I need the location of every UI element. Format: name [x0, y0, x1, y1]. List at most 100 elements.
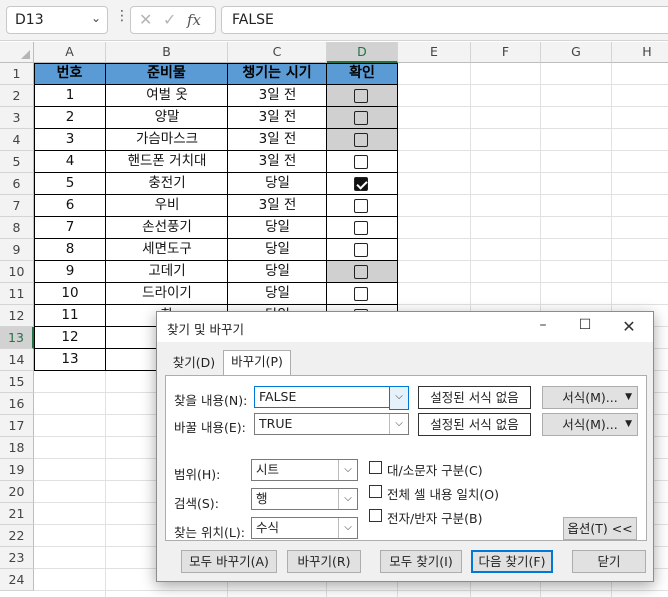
row-header[interactable]: 5: [0, 151, 34, 173]
column-header[interactable]: A: [34, 42, 106, 63]
chevron-down-icon[interactable]: ⌵: [389, 386, 409, 410]
chevron-down-icon[interactable]: ⌵: [338, 489, 357, 509]
checkbox[interactable]: [354, 155, 368, 169]
cell-when[interactable]: 당일: [228, 239, 327, 261]
column-header[interactable]: E: [398, 42, 471, 63]
cell-check[interactable]: [327, 283, 397, 305]
column-header[interactable]: G: [541, 42, 612, 63]
row-header[interactable]: 24: [0, 569, 34, 591]
row-header[interactable]: 16: [0, 393, 34, 415]
cell-no[interactable]: 11: [34, 305, 106, 327]
chevron-down-icon[interactable]: ⌵: [338, 518, 357, 538]
row-header[interactable]: 21: [0, 503, 34, 525]
checkbox[interactable]: [354, 243, 368, 257]
dialog-titlebar[interactable]: 찾기 및 바꾸기 – ☐ ✕: [157, 312, 653, 342]
enter-icon[interactable]: ✓: [163, 10, 176, 29]
cell-check[interactable]: [327, 239, 397, 261]
cell-no[interactable]: 3: [34, 129, 106, 151]
cell-check[interactable]: [327, 151, 397, 173]
cell-when[interactable]: 당일: [228, 283, 327, 305]
tab-replace[interactable]: 바꾸기(P): [223, 350, 291, 377]
maximize-icon[interactable]: ☐: [575, 317, 595, 337]
row-header[interactable]: 1: [0, 63, 34, 85]
find-all-button[interactable]: 모두 찾기(I): [380, 550, 462, 573]
cell-item[interactable]: 세면도구: [106, 239, 228, 261]
chevron-down-icon[interactable]: ⌵: [338, 460, 357, 480]
minimize-icon[interactable]: –: [533, 317, 553, 337]
row-header[interactable]: 12: [0, 305, 34, 327]
cancel-icon[interactable]: ✕: [139, 10, 152, 29]
find-next-button[interactable]: 다음 찾기(F): [471, 550, 553, 573]
cell-when[interactable]: 3일 전: [228, 151, 327, 173]
cell-check[interactable]: [327, 85, 397, 107]
row-header[interactable]: 22: [0, 525, 34, 547]
row-header[interactable]: 7: [0, 195, 34, 217]
cell-check[interactable]: [327, 217, 397, 239]
cell-no[interactable]: 6: [34, 195, 106, 217]
options-button[interactable]: 옵션(T) <<: [563, 517, 637, 540]
cell-item[interactable]: 양말: [106, 107, 228, 129]
width-checkbox[interactable]: [369, 509, 382, 522]
cell-check[interactable]: [327, 129, 397, 151]
cell-when[interactable]: 당일: [228, 217, 327, 239]
cell-item[interactable]: 드라이기: [106, 283, 228, 305]
row-header[interactable]: 3: [0, 107, 34, 129]
checkbox[interactable]: [354, 133, 368, 147]
cell-check[interactable]: [327, 173, 397, 195]
chevron-down-icon[interactable]: ⌄: [91, 11, 101, 25]
cell-item[interactable]: 여벌 옷: [106, 85, 228, 107]
checkbox[interactable]: [354, 111, 368, 125]
checkbox[interactable]: [354, 287, 368, 301]
cell-no[interactable]: 1: [34, 85, 106, 107]
entire-cell-label[interactable]: 전체 셀 내용 일치(O): [387, 484, 499, 503]
find-input[interactable]: FALSE ⌵: [254, 386, 409, 410]
row-header[interactable]: 9: [0, 239, 34, 261]
column-header[interactable]: H: [612, 42, 668, 63]
row-header[interactable]: 15: [0, 371, 34, 393]
cell-when[interactable]: 3일 전: [228, 85, 327, 107]
cell-item[interactable]: 가슴마스크: [106, 129, 228, 151]
header-when[interactable]: 챙기는 시기: [228, 63, 327, 85]
tab-find[interactable]: 찾기(D): [171, 352, 217, 376]
cell-item[interactable]: 충전기: [106, 173, 228, 195]
header-check[interactable]: 확인: [327, 63, 398, 85]
checkbox[interactable]: [354, 89, 368, 103]
width-label[interactable]: 전자/반자 구분(B): [387, 508, 483, 527]
row-header[interactable]: 23: [0, 547, 34, 569]
cell-no[interactable]: 7: [34, 217, 106, 239]
close-button[interactable]: 닫기: [572, 550, 646, 573]
chevron-down-icon[interactable]: ⌵: [389, 414, 408, 434]
column-header[interactable]: B: [106, 42, 228, 63]
cell-item[interactable]: 우비: [106, 195, 228, 217]
case-checkbox[interactable]: [369, 461, 382, 474]
cell-check[interactable]: [327, 261, 397, 283]
formula-input[interactable]: FALSE: [221, 6, 668, 34]
cell-no[interactable]: 4: [34, 151, 106, 173]
cell-no[interactable]: 12: [34, 327, 106, 349]
format-button-replace[interactable]: 서식(M)... ▼: [542, 413, 638, 436]
name-box[interactable]: D13 ⌄: [6, 6, 108, 34]
cell-item[interactable]: 핸드폰 거치대: [106, 151, 228, 173]
replace-all-button[interactable]: 모두 바꾸기(A): [181, 550, 277, 573]
row-header[interactable]: 10: [0, 261, 34, 283]
search-select[interactable]: 행 ⌵: [251, 488, 358, 510]
case-label[interactable]: 대/소문자 구분(C): [387, 460, 483, 479]
column-header[interactable]: F: [471, 42, 541, 63]
row-header[interactable]: 20: [0, 481, 34, 503]
cell-check[interactable]: [327, 195, 397, 217]
column-header[interactable]: C: [228, 42, 327, 63]
row-header[interactable]: 2: [0, 85, 34, 107]
cell-no[interactable]: 8: [34, 239, 106, 261]
checkbox[interactable]: [354, 265, 368, 279]
entire-cell-checkbox[interactable]: [369, 485, 382, 498]
scope-select[interactable]: 시트 ⌵: [251, 459, 358, 481]
row-header[interactable]: 4: [0, 129, 34, 151]
header-item[interactable]: 준비물: [106, 63, 228, 85]
cell-no[interactable]: 13: [34, 349, 106, 371]
cell-when[interactable]: 3일 전: [228, 195, 327, 217]
cell-no[interactable]: 10: [34, 283, 106, 305]
cell-when[interactable]: 3일 전: [228, 129, 327, 151]
close-icon[interactable]: ✕: [619, 317, 639, 337]
insert-function-icon[interactable]: fx: [187, 11, 201, 29]
cell-item[interactable]: 고데기: [106, 261, 228, 283]
